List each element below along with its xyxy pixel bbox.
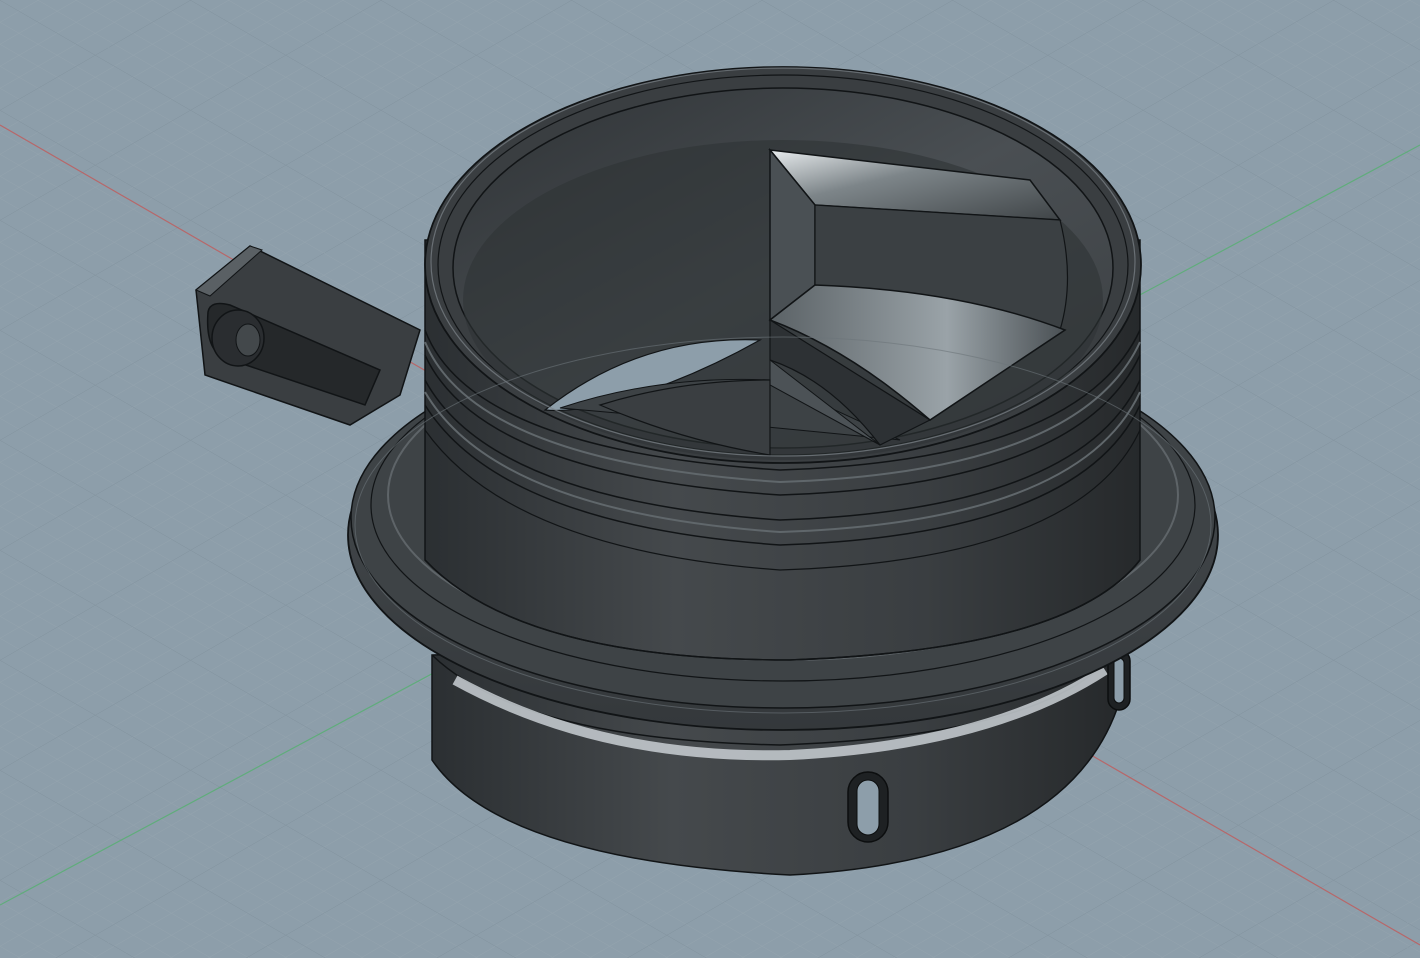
3d-viewport[interactable] (0, 0, 1420, 958)
viewport-canvas[interactable] (0, 0, 1420, 958)
skirt-slot (847, 771, 889, 843)
